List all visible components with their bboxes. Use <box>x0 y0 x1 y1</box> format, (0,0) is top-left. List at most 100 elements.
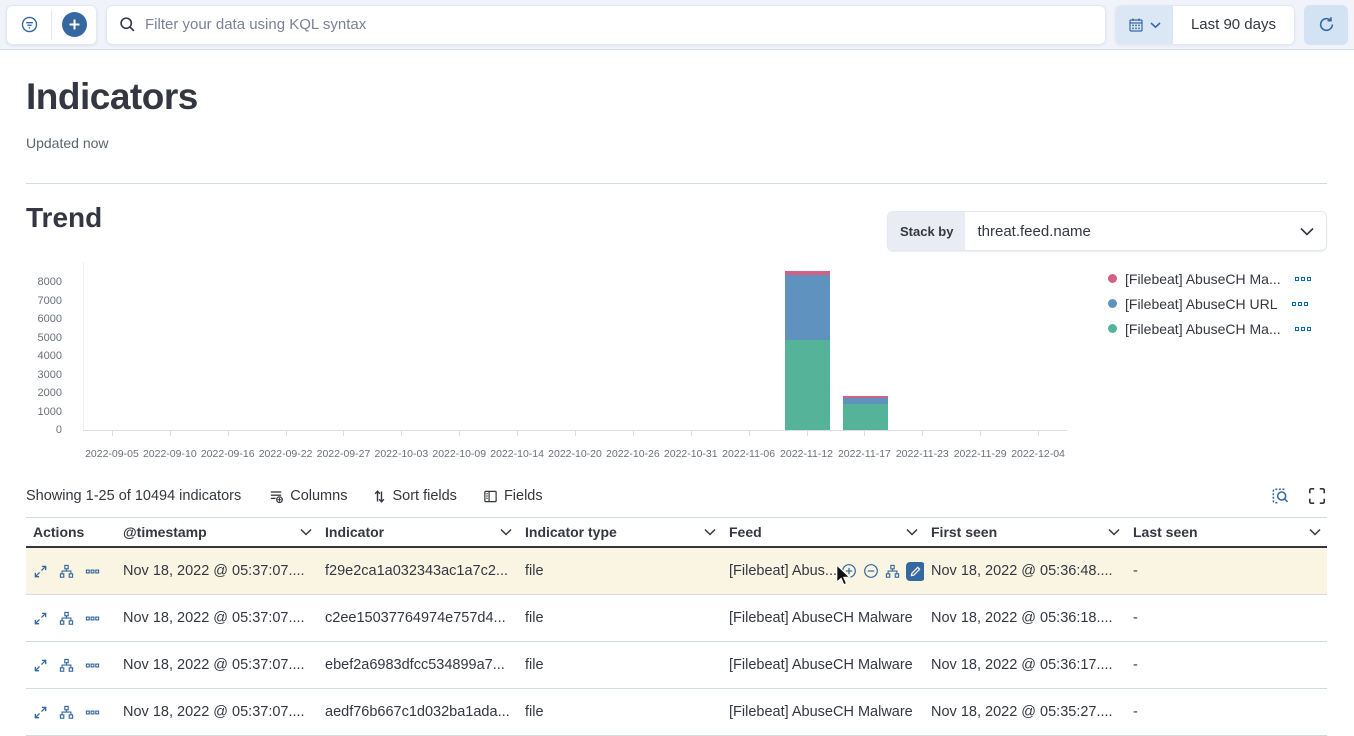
x-axis-tick-label: 2022-09-22 <box>257 448 315 460</box>
filter-out-icon[interactable] <box>863 563 879 579</box>
filter-in-icon[interactable] <box>841 563 857 579</box>
refresh-button[interactable] <box>1304 5 1348 45</box>
table-row[interactable]: Nov 18, 2022 @ 05:37:07....aedf76b667c1d… <box>26 689 1327 736</box>
bar-segment[interactable] <box>785 275 830 340</box>
indicator-type-cell[interactable]: file <box>518 642 722 688</box>
chevron-down-icon[interactable] <box>1108 528 1120 536</box>
bar-segment[interactable] <box>843 396 888 398</box>
chart-legend: [Filebeat] AbuseCH Ma...[Filebeat] Abuse… <box>1108 266 1348 341</box>
fullscreen-button[interactable] <box>1307 486 1327 506</box>
more-actions-icon[interactable] <box>85 658 100 673</box>
column-header-indicator[interactable]: Indicator <box>318 518 518 546</box>
table-row[interactable]: Nov 18, 2022 @ 05:37:07....ebef2a6983dfc… <box>26 642 1327 689</box>
legend-item[interactable]: [Filebeat] AbuseCH Ma... <box>1108 316 1348 341</box>
stack-by-select[interactable]: threat.feed.name <box>965 212 1300 250</box>
last-seen-cell[interactable]: - <box>1126 548 1327 594</box>
indicator-type-cell[interactable]: file <box>518 689 722 735</box>
x-axis-tick-label: 2022-09-05 <box>83 448 141 460</box>
feed-cell[interactable]: [Filebeat] AbuseCH Malware <box>722 689 924 735</box>
inspect-button[interactable] <box>1270 486 1290 506</box>
saved-query-button[interactable] <box>7 6 51 44</box>
x-axis-tick-label: 2022-11-17 <box>835 448 893 460</box>
x-axis-tick <box>286 431 287 436</box>
expand-row-icon[interactable] <box>33 611 48 626</box>
last-seen-cell[interactable]: - <box>1126 642 1327 688</box>
legend-item[interactable]: [Filebeat] AbuseCH Ma... <box>1108 266 1348 291</box>
chevron-down-icon[interactable] <box>500 528 512 536</box>
legend-more-icon[interactable] <box>1292 302 1308 306</box>
timestamp-cell[interactable]: Nov 18, 2022 @ 05:37:07.... <box>116 689 318 735</box>
chevron-down-icon[interactable] <box>300 528 312 536</box>
last-seen-cell[interactable]: - <box>1126 595 1327 641</box>
feed-cell[interactable]: [Filebeat] AbuseCH Malware <box>722 642 924 688</box>
first-seen-cell[interactable]: Nov 18, 2022 @ 05:36:18.... <box>924 595 1126 641</box>
date-quick-select-button[interactable] <box>1116 6 1173 44</box>
chevron-down-icon[interactable] <box>1309 528 1321 536</box>
kql-search-bar[interactable] <box>106 5 1106 45</box>
table-row[interactable]: Nov 18, 2022 @ 05:37:07....c2ee150377649… <box>26 595 1327 642</box>
fields-button[interactable]: Fields <box>483 488 543 504</box>
investigate-in-timeline-icon[interactable] <box>59 705 74 720</box>
column-header-first-seen[interactable]: First seen <box>924 518 1126 546</box>
more-actions-icon[interactable] <box>85 705 100 720</box>
x-axis-tick-label: 2022-09-10 <box>141 448 199 460</box>
indicator-cell[interactable]: c2ee15037764974e757d4... <box>318 595 518 641</box>
timestamp-cell[interactable]: Nov 18, 2022 @ 05:37:07.... <box>116 595 318 641</box>
legend-more-icon[interactable] <box>1295 277 1311 281</box>
x-axis-tick <box>980 431 981 436</box>
add-filter-button[interactable] <box>52 6 96 44</box>
stack-by-value: threat.feed.name <box>977 223 1090 240</box>
column-header-last-seen[interactable]: Last seen <box>1126 518 1327 546</box>
cell-actions-button[interactable] <box>906 562 924 581</box>
kql-search-input[interactable] <box>145 16 1093 33</box>
column-header-indicator-type[interactable]: Indicator type <box>518 518 722 546</box>
chevron-down-icon[interactable] <box>906 528 918 536</box>
query-button-group <box>6 5 97 45</box>
chevron-down-icon[interactable] <box>704 528 716 536</box>
more-actions-icon[interactable] <box>85 611 100 626</box>
investigate-in-timeline-icon[interactable] <box>59 658 74 673</box>
legend-more-icon[interactable] <box>1295 327 1311 331</box>
timestamp-cell[interactable]: Nov 18, 2022 @ 05:37:07.... <box>116 548 318 594</box>
add-to-timeline-icon[interactable] <box>885 564 900 579</box>
columns-button[interactable]: Columns <box>269 488 347 504</box>
x-axis-tick <box>807 431 808 436</box>
chevron-down-icon[interactable] <box>1300 212 1326 250</box>
first-seen-cell[interactable]: Nov 18, 2022 @ 05:36:48.... <box>924 548 1126 594</box>
date-picker: Last 90 days <box>1115 5 1295 45</box>
trend-chart-plot[interactable] <box>83 262 1067 430</box>
investigate-in-timeline-icon[interactable] <box>59 611 74 626</box>
indicators-table: Actions @timestamp Indicator Indicator t… <box>26 517 1327 736</box>
first-seen-cell[interactable]: Nov 18, 2022 @ 05:36:17.... <box>924 642 1126 688</box>
more-actions-icon[interactable] <box>85 564 100 579</box>
table-body: Nov 18, 2022 @ 05:37:07....f29e2ca1a0323… <box>26 548 1327 736</box>
expand-row-icon[interactable] <box>33 705 48 720</box>
bar-segment[interactable] <box>785 340 830 430</box>
y-axis-tick-label: 8000 <box>0 276 62 288</box>
last-seen-cell[interactable]: - <box>1126 689 1327 735</box>
indicator-cell[interactable]: aedf76b667c1d032ba1ada... <box>318 689 518 735</box>
column-header-feed[interactable]: Feed <box>722 518 924 546</box>
investigate-in-timeline-icon[interactable] <box>59 564 74 579</box>
x-axis-tick-label: 2022-10-31 <box>662 448 720 460</box>
first-seen-cell[interactable]: Nov 18, 2022 @ 05:35:27.... <box>924 689 1126 735</box>
feed-cell[interactable]: [Filebeat] Abus... <box>722 548 924 594</box>
table-row[interactable]: Nov 18, 2022 @ 05:37:07....f29e2ca1a0323… <box>26 548 1327 595</box>
x-axis-tick-label: 2022-11-23 <box>893 448 951 460</box>
bar-segment[interactable] <box>785 271 830 275</box>
expand-row-icon[interactable] <box>33 658 48 673</box>
expand-row-icon[interactable] <box>33 564 48 579</box>
bar-segment[interactable] <box>843 404 888 430</box>
bar-segment[interactable] <box>843 398 888 404</box>
indicator-type-cell[interactable]: file <box>518 595 722 641</box>
x-axis-tick <box>343 431 344 436</box>
legend-item[interactable]: [Filebeat] AbuseCH URL <box>1108 291 1348 316</box>
column-header-timestamp[interactable]: @timestamp <box>116 518 318 546</box>
sort-fields-button[interactable]: Sort fields <box>373 488 456 504</box>
date-range-button[interactable]: Last 90 days <box>1173 6 1294 44</box>
feed-cell[interactable]: [Filebeat] AbuseCH Malware <box>722 595 924 641</box>
timestamp-cell[interactable]: Nov 18, 2022 @ 05:37:07.... <box>116 642 318 688</box>
indicator-cell[interactable]: ebef2a6983dfcc534899a7... <box>318 642 518 688</box>
indicator-cell[interactable]: f29e2ca1a032343ac1a7c2... <box>318 548 518 594</box>
indicator-type-cell[interactable]: file <box>518 548 722 594</box>
